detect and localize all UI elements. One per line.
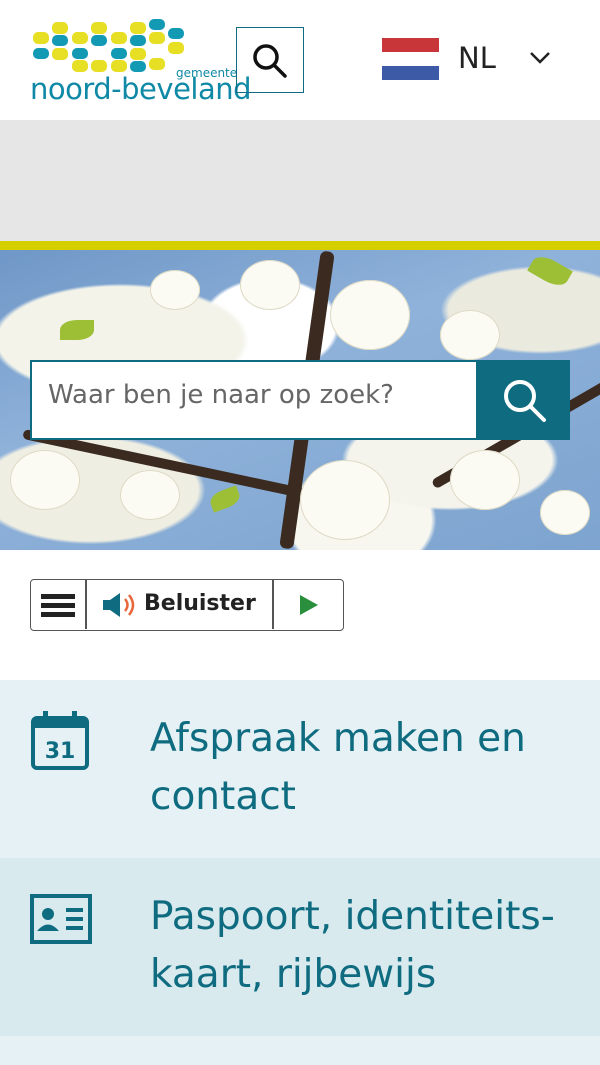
blossom-shape [330, 280, 410, 350]
header-search-button[interactable] [236, 27, 304, 93]
flag-stripe-red [382, 38, 439, 52]
search-submit-button[interactable] [478, 360, 570, 440]
flag-stripe-white [382, 52, 439, 66]
language-code[interactable]: NL [458, 41, 496, 75]
calendar-icon: 31 [31, 711, 89, 770]
chevron-down-icon[interactable] [528, 50, 552, 66]
logo-wordmark: noord-beveland [30, 72, 252, 106]
banner-placeholder [0, 120, 600, 241]
hero-search-bar: Waar ben je naar op zoek? [30, 360, 570, 440]
hero-image: Waar ben je naar op zoek? [0, 250, 600, 550]
divider [85, 580, 87, 629]
blossom-shape [120, 470, 180, 520]
blossom-shape [540, 490, 590, 535]
play-icon[interactable] [298, 594, 320, 616]
blossom-shape [450, 450, 520, 510]
id-card-icon [30, 894, 92, 944]
blossom-shape [240, 260, 300, 310]
search-icon [504, 380, 546, 422]
search-input[interactable]: Waar ben je naar op zoek? [30, 360, 478, 440]
menu-icon[interactable] [41, 593, 75, 617]
tile-title[interactable]: Paspoort, identiteits-kaart, rijbewijs [150, 888, 570, 1004]
blossom-shape [440, 310, 500, 360]
listen-button[interactable]: Beluister [144, 591, 256, 616]
leaf-shape [527, 251, 573, 291]
speaker-icon [103, 593, 135, 617]
blossom-shape [10, 450, 80, 510]
blossom-shape [150, 270, 200, 310]
blossom-shape [300, 460, 390, 540]
divider [272, 580, 274, 629]
leaf-shape [207, 485, 243, 513]
readspeaker-bar: Beluister [30, 579, 344, 631]
tile-next[interactable] [0, 1036, 600, 1065]
tile-appointment[interactable]: 31 Afspraak maken en contact [0, 680, 600, 858]
tile-passport[interactable]: Paspoort, identiteits-kaart, rijbewijs [0, 858, 600, 1036]
flag-stripe-blue [382, 66, 439, 80]
accent-divider [0, 241, 600, 250]
search-icon [253, 44, 287, 78]
language-flag-icon[interactable] [382, 38, 439, 80]
tile-title[interactable]: Afspraak maken en contact [150, 710, 570, 826]
leaf-shape [60, 320, 94, 340]
site-header: gemeente noord-beveland NL [0, 0, 600, 120]
svg-text:31: 31 [45, 739, 76, 764]
